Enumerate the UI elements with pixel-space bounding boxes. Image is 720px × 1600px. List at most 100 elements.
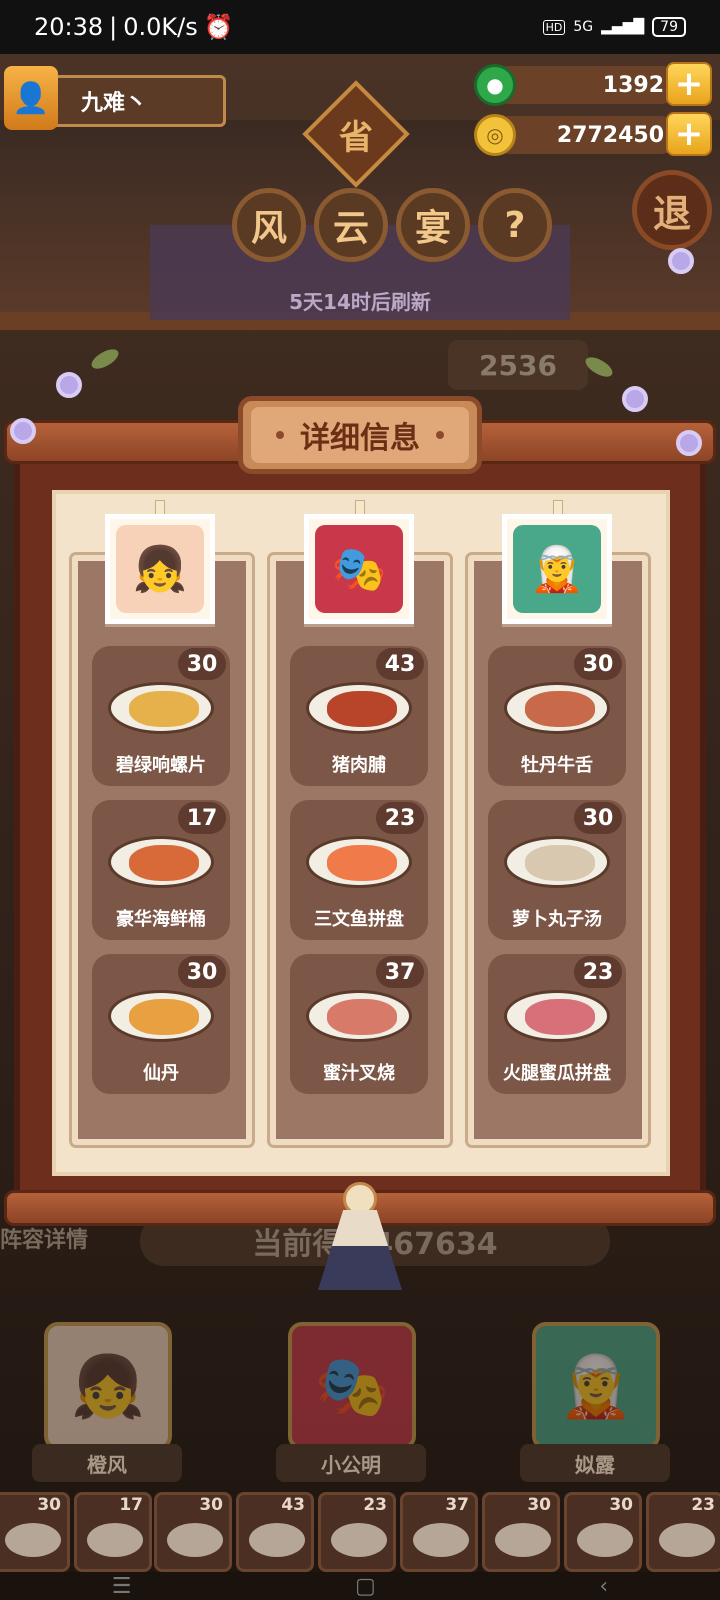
dish-name: 豪华海鲜桶 xyxy=(116,909,206,930)
flower-decoration xyxy=(676,430,702,456)
character-portrait-chengfeng: 👧 xyxy=(105,514,215,624)
signal-icon: ▂▄▆█ xyxy=(601,19,645,35)
lineup-name-silu: 姒露 xyxy=(520,1444,670,1482)
tray-dish-score: 23 xyxy=(691,1495,715,1515)
dish-score-badge: 23 xyxy=(376,802,424,834)
flower-decoration xyxy=(10,418,36,444)
lineup-name-chengfeng: 橙风 xyxy=(32,1444,182,1482)
tray-dish-slot[interactable]: 30 xyxy=(482,1492,560,1572)
dish-image xyxy=(498,668,616,748)
plate-icon xyxy=(108,990,214,1042)
dish-card[interactable]: 43 猪肉脯 xyxy=(290,646,428,786)
dish-card[interactable]: 23 三文鱼拼盘 xyxy=(290,800,428,940)
refresh-timer: 5天14时后刷新 xyxy=(289,290,431,314)
tray-dish-slot[interactable]: 30 xyxy=(564,1492,642,1572)
dish-name: 蜜汁叉烧 xyxy=(323,1063,395,1084)
plate-icon xyxy=(504,990,610,1042)
exit-button[interactable]: 退 xyxy=(632,170,712,250)
lineup-card-silu[interactable]: 🧝 xyxy=(532,1322,660,1450)
menu-nav-icon[interactable]: ☰ xyxy=(112,1574,132,1599)
player-avatar[interactable]: 👤 xyxy=(4,66,58,130)
modal-title: 详细信息 xyxy=(300,421,420,456)
food-icon xyxy=(129,691,199,727)
dish-score-badge: 30 xyxy=(178,956,226,988)
plate-icon xyxy=(108,836,214,888)
title-char-yan: 宴 xyxy=(396,188,470,262)
dish-image xyxy=(300,822,418,902)
tray-dish-slot[interactable]: 37 xyxy=(400,1492,478,1572)
tray-food-icon xyxy=(577,1523,633,1557)
modal-title-plaque: 详细信息 xyxy=(238,396,482,474)
lineup-card-chengfeng[interactable]: 👧 xyxy=(44,1322,172,1450)
plate-icon xyxy=(504,682,610,734)
character-portrait-silu: 🧝 xyxy=(502,514,612,624)
dish-card[interactable]: 30 牡丹牛舌 xyxy=(488,646,626,786)
tray-food-icon xyxy=(167,1523,223,1557)
tray-dish-score: 30 xyxy=(527,1495,551,1515)
character-portrait-xiaogongming: 🎭 xyxy=(304,514,414,624)
food-icon xyxy=(525,845,595,881)
dish-score-badge: 23 xyxy=(574,956,622,988)
food-icon xyxy=(525,691,595,727)
add-jade-button[interactable]: + xyxy=(666,62,712,106)
status-time: 20:38 xyxy=(34,13,104,41)
tray-dish-score: 23 xyxy=(363,1495,387,1515)
dish-name: 牡丹牛舌 xyxy=(521,755,593,776)
dish-card[interactable]: 30 萝卜丸子汤 xyxy=(488,800,626,940)
silu-avatar: 🧝 xyxy=(513,525,601,613)
tray-food-icon xyxy=(495,1523,551,1557)
tray-food-icon xyxy=(87,1523,143,1557)
tray-dish-slot[interactable]: 17 xyxy=(74,1492,152,1572)
home-nav-icon[interactable]: ▢ xyxy=(355,1574,376,1599)
dish-card[interactable]: 30 仙丹 xyxy=(92,954,230,1094)
dish-score-badge: 37 xyxy=(376,956,424,988)
dish-score-badge: 30 xyxy=(574,802,622,834)
tray-dish-slot[interactable]: 23 xyxy=(646,1492,720,1572)
coin-currency: 2772450 xyxy=(490,116,680,154)
tray-dish-score: 17 xyxy=(119,1495,143,1515)
dish-name: 三文鱼拼盘 xyxy=(314,909,404,930)
dish-image xyxy=(300,668,418,748)
tray-dish-slot[interactable]: 43 xyxy=(236,1492,314,1572)
tray-food-icon xyxy=(249,1523,305,1557)
food-icon xyxy=(327,845,397,881)
tray-dish-score: 30 xyxy=(609,1495,633,1515)
dish-name: 火腿蜜瓜拼盘 xyxy=(503,1063,611,1084)
rank-score-partial: 2536 xyxy=(448,340,588,390)
lineup-card-xiaogongming[interactable]: 🎭 xyxy=(288,1322,416,1450)
system-nav-bar: ☰ ▢ ‹ xyxy=(0,1572,720,1600)
tray-dish-slot[interactable]: 30 xyxy=(0,1492,70,1572)
tray-dish-score: 37 xyxy=(445,1495,469,1515)
dish-card[interactable]: 30 碧绿响螺片 xyxy=(92,646,230,786)
province-char: 省 xyxy=(339,117,373,158)
back-nav-icon[interactable]: ‹ xyxy=(599,1574,608,1599)
flower-decoration xyxy=(622,386,648,412)
tray-food-icon xyxy=(5,1523,61,1557)
plate-icon xyxy=(504,836,610,888)
tray-dish-slot[interactable]: 30 xyxy=(154,1492,232,1572)
dish-card[interactable]: 17 豪华海鲜桶 xyxy=(92,800,230,940)
dish-score-badge: 30 xyxy=(574,648,622,680)
chengfeng-avatar: 👧 xyxy=(116,525,204,613)
dish-card[interactable]: 23 火腿蜜瓜拼盘 xyxy=(488,954,626,1094)
battery-icon: 79 xyxy=(652,17,686,37)
dish-image xyxy=(498,822,616,902)
title-char-yun: 云 xyxy=(314,188,388,262)
add-coins-button[interactable]: + xyxy=(666,112,712,156)
plate-icon xyxy=(306,682,412,734)
tray-food-icon xyxy=(331,1523,387,1557)
dish-score-badge: 30 xyxy=(178,648,226,680)
dish-score-badge: 17 xyxy=(178,802,226,834)
lineup-details-label[interactable]: 阵容详情 xyxy=(0,1222,88,1254)
jade-amount: 1392 xyxy=(602,72,664,98)
dish-score-badge: 43 xyxy=(376,648,424,680)
food-icon xyxy=(129,999,199,1035)
food-icon xyxy=(327,999,397,1035)
help-button[interactable]: ? xyxy=(478,188,552,262)
tray-dish-slot[interactable]: 23 xyxy=(318,1492,396,1572)
dish-card[interactable]: 37 蜜汁叉烧 xyxy=(290,954,428,1094)
dish-image xyxy=(102,668,220,748)
dish-name: 猪肉脯 xyxy=(332,755,386,776)
player-name-box[interactable]: 九难丶 xyxy=(32,75,226,127)
coin-amount: 2772450 xyxy=(556,122,664,148)
